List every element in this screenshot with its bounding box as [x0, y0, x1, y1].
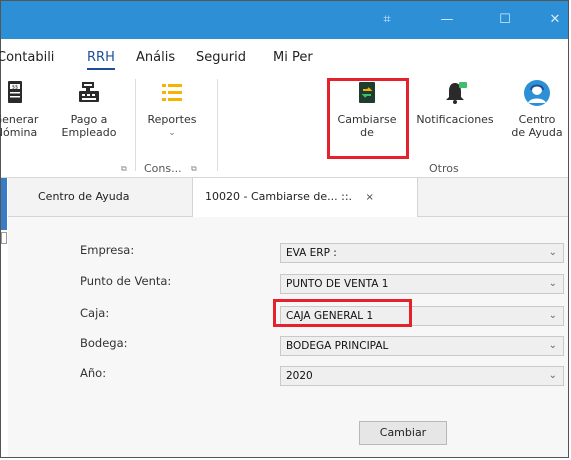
support-agent-icon — [523, 79, 551, 107]
maximize-button[interactable]: ☐ — [495, 10, 515, 30]
empresa-label: Empresa: — [80, 243, 135, 257]
group-separator — [217, 79, 218, 171]
close-tab-icon[interactable]: × — [366, 192, 374, 203]
bell-icon — [441, 79, 469, 107]
pago-label-line2: Empleado — [61, 126, 117, 139]
tab-cambiarse-de[interactable]: 10020 - Cambiarse de... ::. × — [192, 178, 418, 217]
bodega-select[interactable]: BODEGA PRINCIPAL ⌄ — [280, 336, 564, 356]
group-label-otros: Otros — [429, 162, 459, 175]
chevron-down-icon: ⌄ — [168, 128, 176, 138]
empresa-value: EVA ERP : — [286, 247, 337, 259]
svg-text:$$: $$ — [12, 85, 18, 91]
highlight-caja — [273, 299, 412, 327]
generar-nomina-button[interactable]: $$ Generar Nómina — [0, 79, 39, 139]
chevron-down-icon: ⌄ — [548, 310, 557, 321]
highlight-cambiarse-de — [327, 78, 409, 159]
side-strip — [1, 178, 7, 230]
chevron-down-icon: ⌄ — [548, 247, 557, 258]
pago-label-line1: Pago a — [70, 113, 108, 126]
menu-analisis[interactable]: Anális — [136, 50, 175, 65]
list-icon — [158, 79, 186, 107]
notificaciones-label: Notificaciones — [416, 113, 494, 126]
ribbon: $$ Generar Nómina Pago a Empleado ⧉ — [0, 73, 568, 178]
collapse-handle[interactable] — [1, 232, 7, 244]
document-tabs: Centro de Ayuda 10020 - Cambiarse de... … — [8, 178, 568, 217]
anio-label: Año: — [80, 366, 107, 380]
tab-label: Centro de Ayuda — [38, 190, 130, 203]
pago-empleado-button[interactable]: Pago a Empleado — [60, 79, 118, 139]
group-separator — [135, 79, 136, 171]
anio-value: 2020 — [286, 370, 313, 382]
minimize-button[interactable]: — — [437, 10, 457, 30]
generar-label-line1: Generar — [0, 113, 39, 126]
menu-contabilidad[interactable]: Contabili — [0, 50, 54, 65]
centro-ayuda-button[interactable]: Centro de Ayuda — [507, 79, 567, 139]
centro-label-line1: Centro — [518, 113, 556, 126]
punto-venta-select[interactable]: PUNTO DE VENTA 1 ⌄ — [280, 274, 564, 294]
cambiar-button[interactable]: Cambiar — [359, 421, 447, 445]
generar-label-line2: Nómina — [0, 126, 38, 139]
menu-seguridad[interactable]: Segurid — [196, 50, 246, 65]
tab-centro-ayuda[interactable]: Centro de Ayuda — [26, 178, 141, 216]
menu-bar: Contabili RRH Anális Segurid Mi Per — [0, 39, 568, 73]
payroll-document-icon: $$ — [2, 79, 30, 107]
close-window-button[interactable]: ✕ — [545, 10, 565, 30]
group-launcher-icon[interactable]: ⧉ — [191, 164, 197, 174]
centro-label-line2: de Ayuda — [511, 126, 563, 139]
group-label-cons: Cons... — [144, 162, 182, 175]
menu-mi-perfil[interactable]: Mi Per — [273, 50, 313, 65]
notificaciones-button[interactable]: Notificaciones — [409, 79, 501, 126]
reportes-button[interactable]: Reportes ⌄ — [144, 79, 200, 140]
group-launcher-icon[interactable]: ⧉ — [121, 164, 127, 174]
tab-label: 10020 - Cambiarse de... ::. — [205, 190, 353, 203]
empresa-select[interactable]: EVA ERP : ⌄ — [280, 243, 564, 263]
anio-select[interactable]: 2020 ⌄ — [280, 366, 564, 386]
bodega-value: BODEGA PRINCIPAL — [286, 340, 389, 352]
title-bar: ⌗ — ☐ ✕ — [1, 1, 568, 39]
menu-rrhh[interactable]: RRH — [87, 50, 115, 70]
punto-venta-label: Punto de Venta: — [80, 274, 172, 288]
cash-register-icon — [75, 79, 103, 107]
caja-label: Caja: — [80, 306, 110, 320]
chevron-down-icon: ⌄ — [548, 370, 557, 381]
chevron-down-icon: ⌄ — [548, 278, 557, 289]
restore-layout-icon[interactable]: ⌗ — [377, 10, 397, 30]
bodega-label: Bodega: — [80, 336, 128, 350]
form-panel: Empresa: EVA ERP : ⌄ Punto de Venta: PUN… — [8, 217, 568, 457]
chevron-down-icon: ⌄ — [548, 340, 557, 351]
punto-venta-value: PUNTO DE VENTA 1 — [286, 278, 389, 290]
reportes-label: Reportes — [147, 113, 197, 126]
